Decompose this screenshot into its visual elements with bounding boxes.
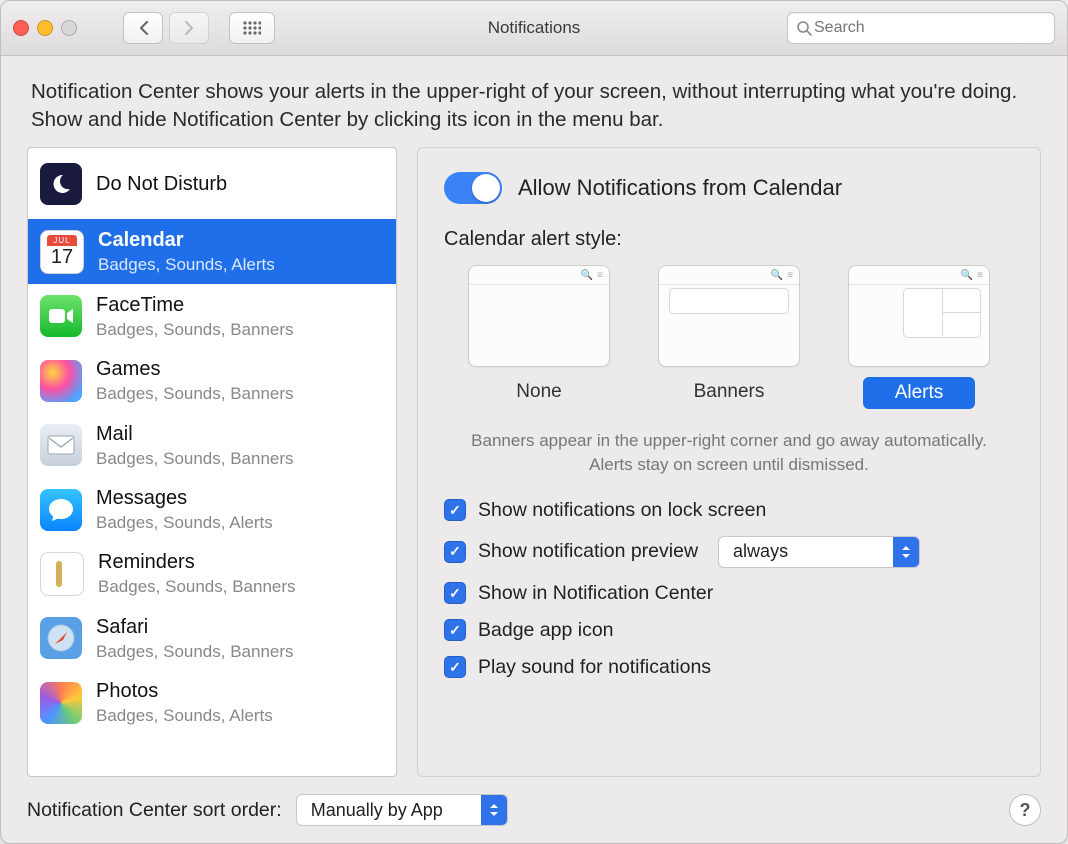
- moon-icon: [40, 163, 82, 205]
- badge-label: Badge app icon: [478, 619, 614, 642]
- close-window-button[interactable]: [13, 20, 29, 36]
- alert-style-title: Calendar alert style:: [444, 228, 1014, 251]
- app-name: Messages: [96, 486, 273, 510]
- app-name: Reminders: [98, 550, 296, 574]
- grid-icon: [243, 21, 261, 35]
- app-row-games[interactable]: Games Badges, Sounds, Banners: [28, 348, 396, 412]
- alert-style-banners[interactable]: 🔍 ≡ Banners: [659, 265, 799, 409]
- sound-checkbox[interactable]: ✓: [444, 656, 466, 678]
- back-button[interactable]: [123, 12, 163, 44]
- lock-screen-label: Show notifications on lock screen: [478, 499, 766, 522]
- do-not-disturb-row[interactable]: Do Not Disturb: [28, 148, 396, 219]
- preview-select[interactable]: always: [718, 536, 920, 568]
- app-sub: Badges, Sounds, Banners: [96, 320, 294, 340]
- updown-icon: [481, 795, 507, 825]
- footer: Notification Center sort order: Manually…: [1, 777, 1067, 843]
- sort-order-label: Notification Center sort order:: [27, 799, 282, 822]
- alert-style-picker: 🔍 ≡ None 🔍 ≡ Banners 🔍 ≡ Alerts: [444, 265, 1014, 409]
- app-name: Calendar: [98, 228, 275, 252]
- alert-style-none-label: None: [494, 377, 583, 407]
- window-controls: [13, 20, 103, 36]
- app-sub: Badges, Sounds, Banners: [96, 449, 294, 469]
- list-icon: ≡: [787, 270, 793, 281]
- app-row-photos[interactable]: Photos Badges, Sounds, Alerts: [28, 670, 396, 734]
- facetime-icon: [40, 295, 82, 337]
- updown-icon: [893, 537, 919, 567]
- search-icon: 🔍: [961, 270, 973, 281]
- alert-style-none[interactable]: 🔍 ≡ None: [469, 265, 609, 409]
- app-sub: Badges, Sounds, Banners: [96, 384, 294, 404]
- calendar-icon: JUL17: [40, 230, 84, 274]
- allow-notifications-label: Allow Notifications from Calendar: [518, 175, 842, 201]
- forward-button[interactable]: [169, 12, 209, 44]
- chevron-left-icon: [138, 20, 149, 36]
- sort-order-select[interactable]: Manually by App: [296, 794, 508, 826]
- app-sub: Badges, Sounds, Banners: [96, 642, 294, 662]
- notification-options: ✓ Show notifications on lock screen ✓ Sh…: [444, 499, 1014, 679]
- app-name: FaceTime: [96, 293, 294, 317]
- preview-label: Show notification preview: [478, 540, 698, 563]
- sort-order-value: Manually by App: [297, 800, 457, 821]
- dnd-label: Do Not Disturb: [96, 172, 227, 196]
- notification-center-checkbox[interactable]: ✓: [444, 582, 466, 604]
- zoom-window-button[interactable]: [61, 20, 77, 36]
- minimize-window-button[interactable]: [37, 20, 53, 36]
- app-name: Mail: [96, 422, 294, 446]
- list-icon: ≡: [597, 270, 603, 281]
- preferences-window: Notifications Notification Center shows …: [0, 0, 1068, 844]
- nav-buttons: [123, 12, 209, 44]
- search-input[interactable]: [812, 18, 1046, 38]
- preview-select-value: always: [719, 541, 802, 562]
- app-row-reminders[interactable]: Reminders Badges, Sounds, Banners: [28, 541, 396, 605]
- photos-icon: [40, 682, 82, 724]
- reminders-icon: [40, 552, 84, 596]
- search-field[interactable]: [787, 12, 1055, 44]
- app-row-messages[interactable]: Messages Badges, Sounds, Alerts: [28, 477, 396, 541]
- safari-icon: [40, 617, 82, 659]
- search-icon: 🔍: [771, 270, 783, 281]
- app-row-facetime[interactable]: FaceTime Badges, Sounds, Banners: [28, 284, 396, 348]
- badge-checkbox[interactable]: ✓: [444, 619, 466, 641]
- mail-icon: [40, 424, 82, 466]
- lock-screen-checkbox[interactable]: ✓: [444, 499, 466, 521]
- show-all-button[interactable]: [229, 12, 275, 44]
- alert-style-alerts-label: Alerts: [863, 377, 976, 409]
- preview-checkbox[interactable]: ✓: [444, 541, 466, 563]
- app-sub: Badges, Sounds, Alerts: [96, 513, 273, 533]
- alert-style-hint: Banners appear in the upper-right corner…: [464, 429, 994, 477]
- alert-style-alerts[interactable]: 🔍 ≡ Alerts: [849, 265, 989, 409]
- sound-label: Play sound for notifications: [478, 656, 711, 679]
- notification-center-label: Show in Notification Center: [478, 582, 713, 605]
- app-row-mail[interactable]: Mail Badges, Sounds, Banners: [28, 413, 396, 477]
- titlebar: Notifications: [1, 1, 1067, 56]
- main-content: Do Not Disturb JUL17 Calendar Badges, Soun…: [1, 147, 1067, 777]
- app-row-calendar[interactable]: JUL17 Calendar Badges, Sounds, Alerts: [28, 219, 396, 283]
- search-icon: 🔍: [581, 270, 593, 281]
- list-icon: ≡: [977, 270, 983, 281]
- app-settings-pane: Allow Notifications from Calendar Calend…: [417, 147, 1041, 777]
- app-list[interactable]: Do Not Disturb JUL17 Calendar Badges, Soun…: [27, 147, 397, 777]
- app-sub: Badges, Sounds, Alerts: [98, 255, 275, 275]
- app-name: Safari: [96, 615, 294, 639]
- messages-icon: [40, 489, 82, 531]
- search-icon: [796, 20, 812, 36]
- app-name: Photos: [96, 679, 273, 703]
- app-name: Games: [96, 357, 294, 381]
- app-sub: Badges, Sounds, Alerts: [96, 706, 273, 726]
- app-sub: Badges, Sounds, Banners: [98, 577, 296, 597]
- allow-notifications-toggle[interactable]: [444, 172, 502, 204]
- chevron-right-icon: [184, 20, 195, 36]
- help-button[interactable]: ?: [1009, 794, 1041, 826]
- question-icon: ?: [1020, 800, 1031, 821]
- pane-description: Notification Center shows your alerts in…: [1, 56, 1067, 147]
- games-icon: [40, 360, 82, 402]
- app-row-safari[interactable]: Safari Badges, Sounds, Banners: [28, 606, 396, 670]
- alert-style-banners-label: Banners: [672, 377, 787, 407]
